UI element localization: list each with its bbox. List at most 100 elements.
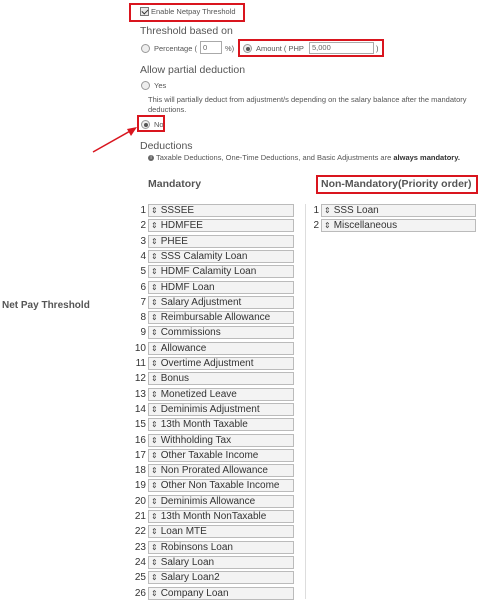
drag-handle-icon[interactable]: ⇕ <box>151 328 158 337</box>
list-item[interactable]: 2 ⇕ HDMFEE <box>140 219 294 233</box>
draggable-item[interactable]: ⇕ Commissions <box>148 326 294 340</box>
drag-handle-icon[interactable]: ⇕ <box>151 221 158 230</box>
amount-input[interactable]: 5,000 <box>309 42 374 54</box>
drag-handle-icon[interactable]: ⇕ <box>151 589 158 598</box>
drag-handle-icon[interactable]: ⇕ <box>151 283 158 292</box>
drag-handle-icon[interactable]: ⇕ <box>151 267 158 276</box>
list-item[interactable]: 1 ⇕ SSSEE <box>140 204 294 217</box>
list-item[interactable]: 13 ⇕ Monetized Leave <box>135 387 294 401</box>
drag-handle-icon[interactable]: ⇕ <box>151 252 158 261</box>
partial-yes-radio[interactable] <box>141 81 150 90</box>
draggable-item[interactable]: ⇕ HDMFEE <box>148 219 294 233</box>
list-item[interactable]: 25 ⇕ Salary Loan2 <box>135 571 294 585</box>
drag-handle-icon[interactable]: ⇕ <box>151 237 158 246</box>
list-item[interactable]: 11 ⇕ Overtime Adjustment <box>136 357 294 370</box>
drag-handle-icon[interactable]: ⇕ <box>151 374 158 383</box>
list-item[interactable]: 10 ⇕ Allowance <box>135 341 294 355</box>
draggable-item[interactable]: ⇕ Robinsons Loan <box>148 540 294 554</box>
draggable-item[interactable]: ⇕ Loan MTE <box>148 525 294 539</box>
column-divider <box>305 204 306 599</box>
draggable-item[interactable]: ⇕ Other Taxable Income <box>148 448 294 462</box>
drag-handle-icon[interactable]: ⇕ <box>151 359 158 368</box>
drag-handle-icon[interactable]: ⇕ <box>151 527 158 536</box>
list-item[interactable]: 5 ⇕ HDMF Calamity Loan <box>140 265 294 279</box>
percentage-radio[interactable] <box>141 44 150 53</box>
drag-handle-icon[interactable]: ⇕ <box>151 497 158 506</box>
list-item[interactable]: 3 ⇕ PHEE <box>140 234 294 248</box>
drag-handle-icon[interactable]: ⇕ <box>151 344 158 353</box>
list-item[interactable]: 6 ⇕ HDMF Loan <box>140 280 294 294</box>
drag-handle-icon[interactable]: ⇕ <box>151 206 158 215</box>
enable-netpay-threshold-checkbox[interactable] <box>140 7 149 16</box>
draggable-item[interactable]: ⇕ Salary Loan2 <box>148 571 294 585</box>
draggable-item[interactable]: ⇕ Other Non Taxable Income <box>148 479 294 493</box>
drag-handle-icon[interactable]: ⇕ <box>151 405 158 414</box>
partial-yes-label: Yes <box>154 81 167 90</box>
drag-handle-icon[interactable]: ⇕ <box>151 512 158 521</box>
list-item[interactable]: 23 ⇕ Robinsons Loan <box>135 540 294 554</box>
drag-handle-icon[interactable]: ⇕ <box>324 221 331 230</box>
list-item[interactable]: 16 ⇕ Withholding Tax <box>135 433 294 447</box>
list-item[interactable]: 22 ⇕ Loan MTE <box>135 525 294 539</box>
draggable-item[interactable]: ⇕ Miscellaneous <box>321 219 476 233</box>
drag-handle-icon[interactable]: ⇕ <box>151 420 158 429</box>
drag-handle-icon[interactable]: ⇕ <box>151 466 158 475</box>
draggable-item[interactable]: ⇕ SSS Loan <box>321 204 476 217</box>
drag-handle-icon[interactable]: ⇕ <box>151 390 158 399</box>
list-item-label: Miscellaneous <box>333 220 398 232</box>
drag-handle-icon[interactable]: ⇕ <box>151 451 158 460</box>
list-item[interactable]: 12 ⇕ Bonus <box>135 372 294 386</box>
draggable-item[interactable]: ⇕ Salary Loan <box>148 555 294 569</box>
list-item[interactable]: 4 ⇕ SSS Calamity Loan <box>140 249 294 263</box>
list-item-label: Overtime Adjustment <box>160 358 254 369</box>
list-item[interactable]: 15 ⇕ 13th Month Taxable <box>135 418 294 432</box>
drag-handle-icon[interactable]: ⇕ <box>151 573 158 582</box>
drag-handle-icon[interactable]: ⇕ <box>151 481 158 490</box>
list-item[interactable]: 2 ⇕ Miscellaneous <box>313 219 476 233</box>
draggable-item[interactable]: ⇕ 13th Month NonTaxable <box>148 510 294 523</box>
draggable-item[interactable]: ⇕ Non Prorated Allowance <box>148 464 294 478</box>
list-item-number: 15 <box>134 419 146 431</box>
drag-handle-icon[interactable]: ⇕ <box>151 436 158 445</box>
draggable-item[interactable]: ⇕ Reimbursable Allowance <box>148 311 294 325</box>
list-item-label: Commissions <box>160 327 221 339</box>
draggable-item[interactable]: ⇕ 13th Month Taxable <box>148 418 294 432</box>
percentage-input[interactable]: 0 <box>200 41 222 54</box>
list-item[interactable]: 21 ⇕ 13th Month NonTaxable <box>135 510 294 523</box>
draggable-item[interactable]: ⇕ Allowance <box>148 341 294 355</box>
list-item[interactable]: 8 ⇕ Reimbursable Allowance <box>140 311 294 325</box>
list-item[interactable]: 18 ⇕ Non Prorated Allowance <box>135 464 294 478</box>
list-item[interactable]: 9 ⇕ Commissions <box>140 326 294 340</box>
amount-radio[interactable] <box>243 44 252 53</box>
draggable-item[interactable]: ⇕ Company Loan <box>148 586 294 600</box>
draggable-item[interactable]: ⇕ PHEE <box>148 234 294 248</box>
drag-handle-icon[interactable]: ⇕ <box>151 543 158 552</box>
draggable-item[interactable]: ⇕ HDMF Loan <box>148 280 294 294</box>
draggable-item[interactable]: ⇕ Monetized Leave <box>148 387 294 401</box>
drag-handle-icon[interactable]: ⇕ <box>151 558 158 567</box>
list-item[interactable]: 26 ⇕ Company Loan <box>135 586 294 600</box>
draggable-item[interactable]: ⇕ Withholding Tax <box>148 433 294 447</box>
list-item-number: 2 <box>140 220 146 232</box>
list-item[interactable]: 7 ⇕ Salary Adjustment <box>140 295 294 309</box>
draggable-item[interactable]: ⇕ Salary Adjustment <box>148 295 294 309</box>
draggable-item[interactable]: ⇕ Deminimis Adjustment <box>148 402 294 416</box>
drag-handle-icon[interactable]: ⇕ <box>324 206 331 215</box>
list-item[interactable]: 24 ⇕ Salary Loan <box>135 555 294 569</box>
draggable-item[interactable]: ⇕ HDMF Calamity Loan <box>148 265 294 279</box>
draggable-item[interactable]: ⇕ Deminimis Allowance <box>148 494 294 508</box>
draggable-item[interactable]: ⇕ Overtime Adjustment <box>148 357 294 370</box>
drag-handle-icon[interactable]: ⇕ <box>151 298 158 307</box>
list-item[interactable]: 17 ⇕ Other Taxable Income <box>135 448 294 462</box>
list-item[interactable]: 1 ⇕ SSS Loan <box>313 204 476 217</box>
list-item-number: 19 <box>134 480 146 492</box>
partial-no-radio[interactable] <box>141 120 150 129</box>
list-item[interactable]: 14 ⇕ Deminimis Adjustment <box>135 402 294 416</box>
list-item[interactable]: 20 ⇕ Deminimis Allowance <box>135 494 294 508</box>
draggable-item[interactable]: ⇕ Bonus <box>148 372 294 386</box>
list-item[interactable]: 19 ⇕ Other Non Taxable Income <box>135 479 294 493</box>
list-item-number: 22 <box>134 526 146 538</box>
draggable-item[interactable]: ⇕ SSS Calamity Loan <box>148 249 294 263</box>
draggable-item[interactable]: ⇕ SSSEE <box>148 204 294 217</box>
drag-handle-icon[interactable]: ⇕ <box>151 313 158 322</box>
